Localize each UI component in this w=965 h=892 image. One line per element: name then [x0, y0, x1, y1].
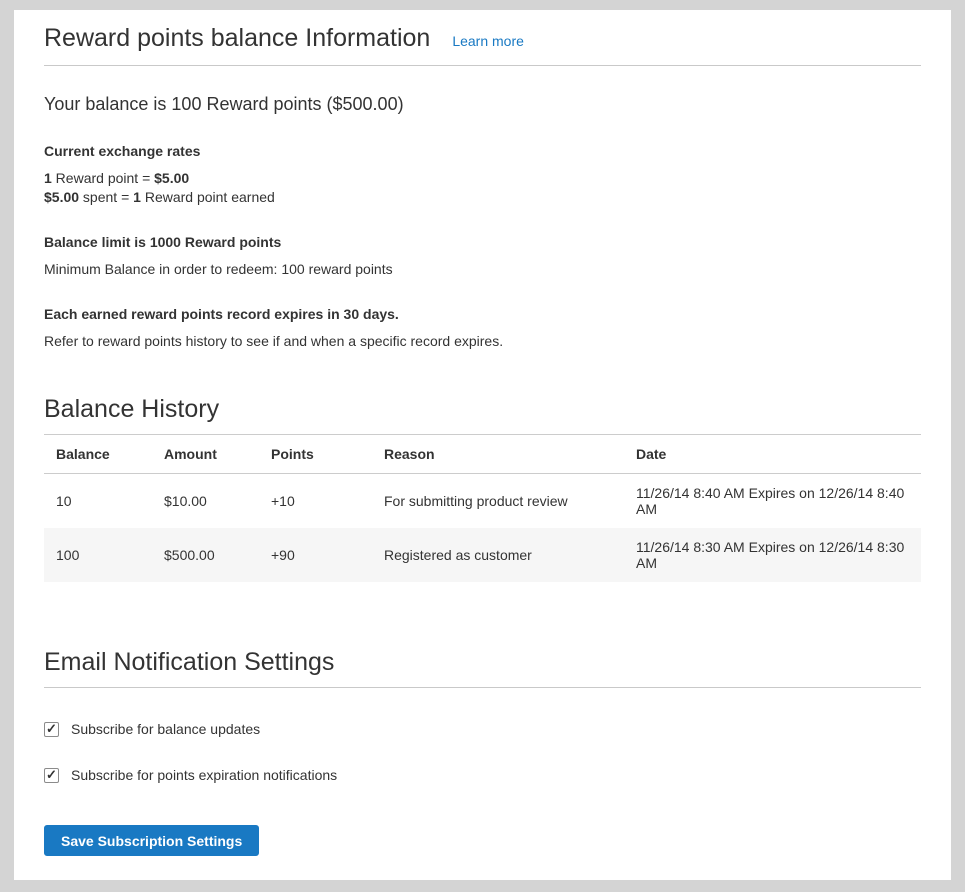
exchange-rate-line-2: $5.00 spent = 1 Reward point earned [44, 189, 275, 205]
column-header-date: Date [624, 435, 921, 474]
min-balance-text: Minimum Balance in order to redeem: 100 … [44, 260, 921, 279]
cell-reason: For submitting product review [372, 474, 624, 529]
exchange-rates-heading: Current exchange rates [44, 143, 921, 159]
column-header-reason: Reason [372, 435, 624, 474]
exchange-rates-lines: 1 Reward point = $5.00 $5.00 spent = 1 R… [44, 169, 921, 207]
column-header-balance: Balance [44, 435, 152, 474]
learn-more-link[interactable]: Learn more [452, 33, 524, 49]
balance-limit-heading: Balance limit is 1000 Reward points [44, 234, 921, 250]
balance-summary: Your balance is 100 Reward points ($500.… [44, 94, 921, 115]
checkbox-label: Subscribe for points expiration notifica… [71, 767, 337, 783]
subscribe-expiration-notifications-checkbox[interactable] [44, 768, 59, 783]
cell-date: 11/26/14 8:40 AM Expires on 12/26/14 8:4… [624, 474, 921, 529]
cell-reason: Registered as customer [372, 528, 624, 582]
expiry-note-text: Refer to reward points history to see if… [44, 332, 921, 351]
cell-amount: $10.00 [152, 474, 259, 529]
table-row: 100 $500.00 +90 Registered as customer 1… [44, 528, 921, 582]
email-settings-heading: Email Notification Settings [44, 648, 921, 688]
column-header-points: Points [259, 435, 372, 474]
page-header: Reward points balance Information Learn m… [44, 24, 921, 66]
checkbox-label: Subscribe for balance updates [71, 721, 260, 737]
table-row: 10 $10.00 +10 For submitting product rev… [44, 474, 921, 529]
balance-history-heading: Balance History [44, 395, 921, 434]
page-title: Reward points balance Information [44, 24, 430, 52]
cell-balance: 100 [44, 528, 152, 582]
exchange-rate-line-1: 1 Reward point = $5.00 [44, 170, 189, 186]
subscribe-balance-updates-option[interactable]: Subscribe for balance updates [44, 721, 921, 737]
subscribe-expiration-notifications-option[interactable]: Subscribe for points expiration notifica… [44, 767, 921, 783]
subscribe-balance-updates-checkbox[interactable] [44, 722, 59, 737]
balance-history-table: Balance Amount Points Reason Date 10 $10… [44, 434, 921, 582]
cell-amount: $500.00 [152, 528, 259, 582]
save-subscription-settings-button[interactable]: Save Subscription Settings [44, 825, 259, 856]
cell-points: +90 [259, 528, 372, 582]
reward-points-card: Reward points balance Information Learn m… [14, 10, 951, 880]
table-header-row: Balance Amount Points Reason Date [44, 435, 921, 474]
column-header-amount: Amount [152, 435, 259, 474]
cell-balance: 10 [44, 474, 152, 529]
cell-points: +10 [259, 474, 372, 529]
cell-date: 11/26/14 8:30 AM Expires on 12/26/14 8:3… [624, 528, 921, 582]
expiry-heading: Each earned reward points record expires… [44, 306, 921, 322]
